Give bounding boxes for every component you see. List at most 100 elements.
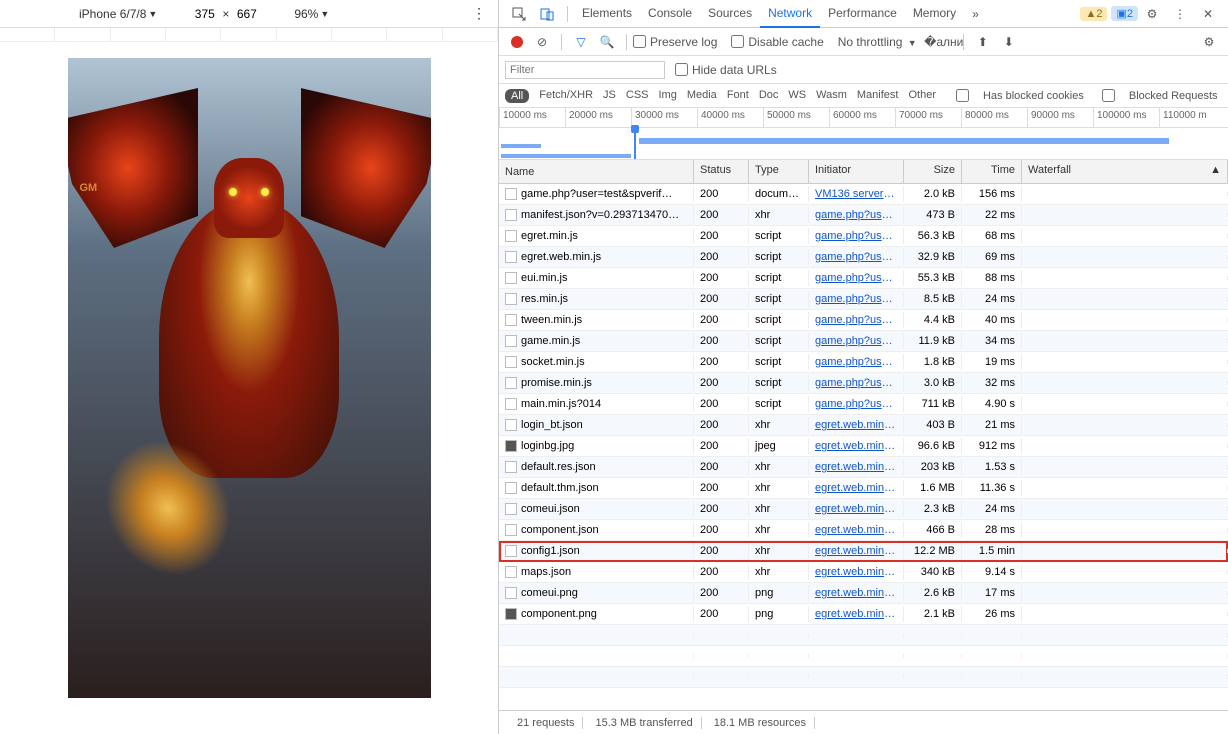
request-row[interactable]: eui.min.js200scriptgame.php?use…55.3 kB8… [499, 268, 1228, 289]
type-font[interactable]: Font [727, 89, 749, 103]
width-input[interactable] [187, 7, 222, 21]
blocked-cookies-checkbox[interactable] [956, 89, 969, 102]
tab-network[interactable]: Network [760, 0, 820, 28]
type-wasm[interactable]: Wasm [816, 89, 847, 103]
request-initiator[interactable]: game.php?use… [809, 291, 904, 307]
request-initiator[interactable]: game.php?use… [809, 354, 904, 370]
request-row[interactable]: comeui.json200xhregret.web.min.…2.3 kB24… [499, 499, 1228, 520]
preserve-log-checkbox[interactable] [633, 35, 646, 48]
request-initiator[interactable]: game.php?use… [809, 375, 904, 391]
request-initiator[interactable]: egret.web.min.… [809, 438, 904, 454]
clear-icon[interactable]: ⊘ [534, 34, 550, 50]
request-row[interactable]: main.min.js?014200scriptgame.php?use…711… [499, 394, 1228, 415]
more-icon[interactable]: ⋮ [1172, 6, 1188, 22]
throttling-select[interactable]: No throttling ▼ [838, 35, 917, 49]
type-fetch-xhr[interactable]: Fetch/XHR [539, 89, 593, 103]
request-initiator[interactable]: egret.web.min.… [809, 501, 904, 517]
request-row[interactable]: game.min.js200scriptgame.php?use…11.9 kB… [499, 331, 1228, 352]
request-initiator[interactable]: egret.web.min.… [809, 543, 904, 559]
hide-data-urls-checkbox[interactable] [675, 63, 688, 76]
download-icon[interactable]: ⬇ [1001, 34, 1017, 50]
request-row[interactable]: component.png200pngegret.web.min.…2.1 kB… [499, 604, 1228, 625]
type-js[interactable]: JS [603, 89, 616, 103]
request-initiator[interactable]: VM136 server1… [809, 186, 904, 202]
record-button[interactable] [511, 36, 523, 48]
type-ws[interactable]: WS [788, 89, 806, 103]
phone-viewport[interactable]: GM [68, 58, 431, 698]
wifi-icon[interactable]: �ални [936, 34, 952, 50]
request-row[interactable]: egret.web.min.js200scriptgame.php?use…32… [499, 247, 1228, 268]
request-row[interactable]: manifest.json?v=0.293713470…200xhrgame.p… [499, 205, 1228, 226]
col-size[interactable]: Size [904, 160, 962, 183]
network-settings-icon[interactable]: ⚙ [1201, 34, 1217, 50]
type-img[interactable]: Img [659, 89, 677, 103]
settings-icon[interactable]: ⚙ [1144, 6, 1160, 22]
type-doc[interactable]: Doc [759, 89, 779, 103]
type-manifest[interactable]: Manifest [857, 89, 899, 103]
request-initiator[interactable]: game.php?use… [809, 207, 904, 223]
blocked-requests-label[interactable]: Blocked Requests [1129, 90, 1218, 102]
request-initiator[interactable]: game.php?use… [809, 333, 904, 349]
disable-cache-label[interactable]: Disable cache [748, 35, 823, 49]
info-badge[interactable]: ▣2 [1111, 6, 1138, 21]
tabs-overflow[interactable]: » [964, 1, 987, 27]
device-select[interactable]: iPhone 6/7/8 ▼ [79, 7, 157, 21]
type-media[interactable]: Media [687, 89, 717, 103]
request-initiator[interactable]: game.php?use… [809, 270, 904, 286]
filter-input[interactable] [505, 61, 665, 79]
request-initiator[interactable]: egret.web.min.… [809, 585, 904, 601]
request-row[interactable]: promise.min.js200scriptgame.php?use…3.0 … [499, 373, 1228, 394]
type-css[interactable]: CSS [626, 89, 649, 103]
request-initiator[interactable]: egret.web.min.… [809, 459, 904, 475]
col-name[interactable]: Name [499, 160, 694, 183]
tab-performance[interactable]: Performance [820, 0, 905, 28]
request-row[interactable]: tween.min.js200scriptgame.php?use…4.4 kB… [499, 310, 1228, 331]
timeline-overview[interactable] [499, 128, 1228, 160]
request-initiator[interactable]: game.php?use… [809, 249, 904, 265]
request-row[interactable]: res.min.js200scriptgame.php?use…8.5 kB24… [499, 289, 1228, 310]
blocked-cookies-label[interactable]: Has blocked cookies [983, 90, 1084, 102]
request-initiator[interactable]: egret.web.min.… [809, 522, 904, 538]
blocked-requests-checkbox[interactable] [1102, 89, 1115, 102]
tab-console[interactable]: Console [640, 0, 700, 28]
col-waterfall[interactable]: Waterfall▲ [1022, 160, 1228, 183]
request-initiator[interactable]: egret.web.min.… [809, 417, 904, 433]
request-row[interactable]: comeui.png200pngegret.web.min.…2.6 kB17 … [499, 583, 1228, 604]
request-row[interactable]: egret.min.js200scriptgame.php?use…56.3 k… [499, 226, 1228, 247]
request-initiator[interactable]: game.php?use… [809, 312, 904, 328]
tab-memory[interactable]: Memory [905, 0, 964, 28]
request-initiator[interactable]: game.php?use… [809, 396, 904, 412]
request-row[interactable]: loginbg.jpg200jpegegret.web.min.…96.6 kB… [499, 436, 1228, 457]
zoom-select[interactable]: 96% ▼ [294, 7, 329, 21]
col-status[interactable]: Status [694, 160, 749, 183]
warning-badge[interactable]: ▲2 [1080, 7, 1107, 21]
col-initiator[interactable]: Initiator [809, 160, 904, 183]
request-initiator[interactable]: egret.web.min.… [809, 480, 904, 496]
tab-elements[interactable]: Elements [574, 0, 640, 28]
request-row[interactable]: config1.json200xhregret.web.min.…12.2 MB… [499, 541, 1228, 562]
col-time[interactable]: Time [962, 160, 1022, 183]
request-row[interactable]: component.json200xhregret.web.min.…466 B… [499, 520, 1228, 541]
type-other[interactable]: Other [908, 89, 936, 103]
request-initiator[interactable]: game.php?use… [809, 228, 904, 244]
filter-icon[interactable]: ▽ [573, 34, 589, 50]
preserve-log-label[interactable]: Preserve log [650, 35, 717, 49]
disable-cache-checkbox[interactable] [731, 35, 744, 48]
search-icon[interactable]: 🔍 [599, 34, 615, 50]
device-toggle-icon[interactable] [539, 6, 555, 22]
col-type[interactable]: Type [749, 160, 809, 183]
height-input[interactable] [229, 7, 264, 21]
request-row[interactable]: default.thm.json200xhregret.web.min.…1.6… [499, 478, 1228, 499]
timeline-ruler[interactable]: 10000 ms20000 ms30000 ms40000 ms50000 ms… [499, 108, 1228, 128]
more-options-icon[interactable]: ⋮ [472, 5, 486, 22]
hide-data-urls-label[interactable]: Hide data URLs [692, 63, 777, 77]
request-initiator[interactable]: egret.web.min.… [809, 606, 904, 622]
request-initiator[interactable]: egret.web.min.… [809, 564, 904, 580]
request-row[interactable]: login_bt.json200xhregret.web.min.…403 B2… [499, 415, 1228, 436]
close-icon[interactable]: ✕ [1200, 6, 1216, 22]
inspect-icon[interactable] [511, 6, 527, 22]
request-row[interactable]: game.php?user=test&spverif…200docum…VM13… [499, 184, 1228, 205]
upload-icon[interactable]: ⬆ [975, 34, 991, 50]
tab-sources[interactable]: Sources [700, 0, 760, 28]
type-all[interactable]: All [505, 89, 529, 103]
